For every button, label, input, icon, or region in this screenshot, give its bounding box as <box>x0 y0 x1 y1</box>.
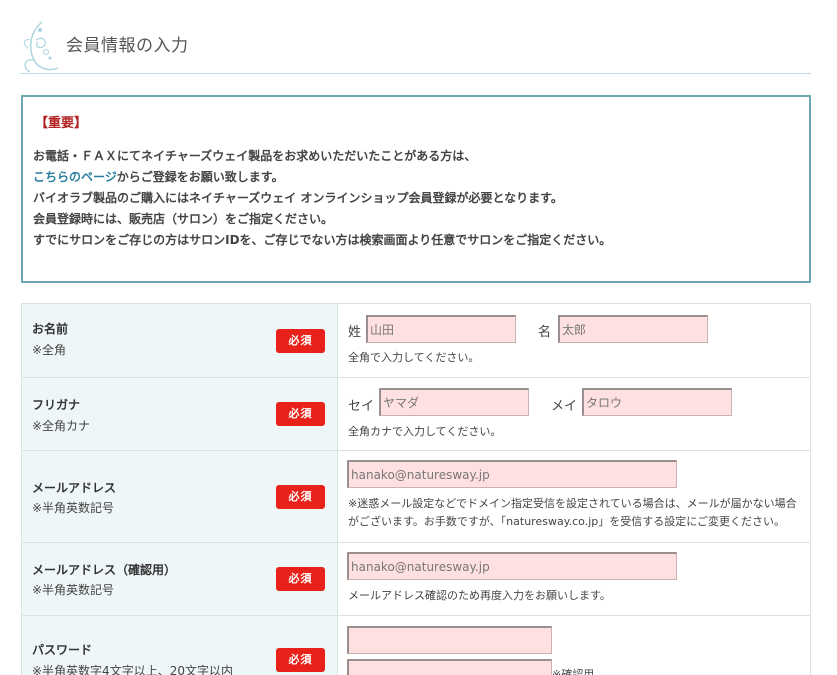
email-confirm-help-text: メールアドレス確認のため再度入力をお願いします。 <box>348 589 611 602</box>
field-note-kana: ※全角カナ <box>32 419 91 433</box>
label-cell: お名前 ※全角 必須 <box>22 304 338 377</box>
label-cell: メールアドレス ※半角英数記号 必須 <box>22 451 338 542</box>
form-row-password: パスワード ※半角英数字4文字以上、20文字以内 必須 ※確認用 <box>22 616 810 675</box>
name-help-text: 全角で入力してください。 <box>348 351 480 364</box>
required-badge: 必須 <box>276 648 325 672</box>
notice-title: 【重要】 <box>35 116 88 131</box>
input-cell: ※迷惑メール設定などでドメイン指定受信を設定されている場合は、メールが届かない場… <box>338 451 810 542</box>
email-input[interactable] <box>347 460 677 488</box>
notice-line-text: からご登録をお願い致します。 <box>116 170 284 184</box>
register-here-link[interactable]: こちらのページ <box>33 170 117 184</box>
field-label-email-confirm: メールアドレス（確認用） <box>32 563 177 577</box>
email-help-text: ※迷惑メール設定などでドメイン指定受信を設定されている場合は、メールが届かない場… <box>348 497 797 510</box>
email-help-text: がございます。お手数ですが、「naturesway.co.jp」を受信する設定に… <box>348 515 786 528</box>
field-note-password: ※半角英数字4文字以上、20文字以内 <box>32 664 233 675</box>
input-cell: メールアドレス確認のため再度入力をお願いします。 <box>338 543 810 615</box>
important-notice: 【重要】 お電話・ＦＡＸにてネイチャーズウェイ製品をお求めいただいたことがある方… <box>21 95 811 283</box>
email-confirm-input[interactable] <box>347 552 677 580</box>
label-cell: パスワード ※半角英数字4文字以上、20文字以内 必須 <box>22 616 338 675</box>
form-row-email: メールアドレス ※半角英数記号 必須 ※迷惑メール設定などでドメイン指定受信を設… <box>22 451 810 543</box>
page-header: 会員情報の入力 <box>20 14 811 74</box>
first-kana-input[interactable] <box>582 388 732 416</box>
notice-line: お電話・ＦＡＸにてネイチャーズウェイ製品をお求めいただいたことがある方は、 <box>33 149 477 163</box>
first-name-input[interactable] <box>558 315 708 343</box>
last-kana-label: セイ <box>348 399 375 414</box>
label-cell: メールアドレス（確認用） ※半角英数記号 必須 <box>22 543 338 615</box>
label-cell: フリガナ ※全角カナ 必須 <box>22 378 338 450</box>
required-badge: 必須 <box>276 485 325 509</box>
input-cell: ※確認用 <box>338 616 810 675</box>
input-cell: 姓 名 全角で入力してください。 <box>338 304 810 377</box>
password-confirm-label: ※確認用 <box>552 668 595 675</box>
first-name-label: 名 <box>538 325 552 340</box>
field-note-email: ※半角英数記号 <box>32 501 115 515</box>
field-label-name: お名前 <box>32 322 69 336</box>
first-kana-label: メイ <box>551 399 578 414</box>
field-note-name: ※全角 <box>32 343 67 357</box>
field-label-email: メールアドレス <box>32 481 117 495</box>
last-name-label: 姓 <box>348 325 362 340</box>
input-cell: セイ メイ 全角カナで入力してください。 <box>338 378 810 450</box>
notice-line: こちらのページからご登録をお願い致します。 <box>33 167 611 188</box>
page-title: 会員情報の入力 <box>66 36 189 56</box>
form-row-kana: フリガナ ※全角カナ 必須 セイ メイ 全角カナで入力してください。 <box>22 378 810 451</box>
password-input[interactable] <box>347 626 552 654</box>
password-confirm-input[interactable] <box>347 659 552 675</box>
floral-ornament-icon <box>23 21 59 73</box>
notice-line: バイオラブ製品のご購入にはネイチャーズウェイ オンラインショップ会員登録が必要と… <box>33 191 563 205</box>
required-badge: 必須 <box>276 329 325 353</box>
field-label-kana: フリガナ <box>32 398 81 412</box>
required-badge: 必須 <box>276 402 325 426</box>
last-name-input[interactable] <box>366 315 516 343</box>
last-kana-input[interactable] <box>379 388 529 416</box>
form-row-name: お名前 ※全角 必須 姓 名 全角で入力してください。 <box>22 304 810 378</box>
notice-line: 会員登録時には、販売店（サロン）をご指定ください。 <box>33 212 334 226</box>
field-note-email-confirm: ※半角英数記号 <box>32 583 115 597</box>
required-badge: 必須 <box>276 567 325 591</box>
form-row-email-confirm: メールアドレス（確認用） ※半角英数記号 必須 メールアドレス確認のため再度入力… <box>22 543 810 616</box>
kana-help-text: 全角カナで入力してください。 <box>348 425 502 438</box>
notice-body: お電話・ＦＡＸにてネイチャーズウェイ製品をお求めいただいたことがある方は、 こち… <box>33 146 611 251</box>
field-label-password: パスワード <box>32 643 93 657</box>
member-form: お名前 ※全角 必須 姓 名 全角で入力してください。 フリガナ ※全角カナ 必… <box>21 303 811 675</box>
notice-line: すでにサロンをご存じの方はサロンIDを、ご存じでない方は検索画面より任意でサロン… <box>33 233 612 247</box>
